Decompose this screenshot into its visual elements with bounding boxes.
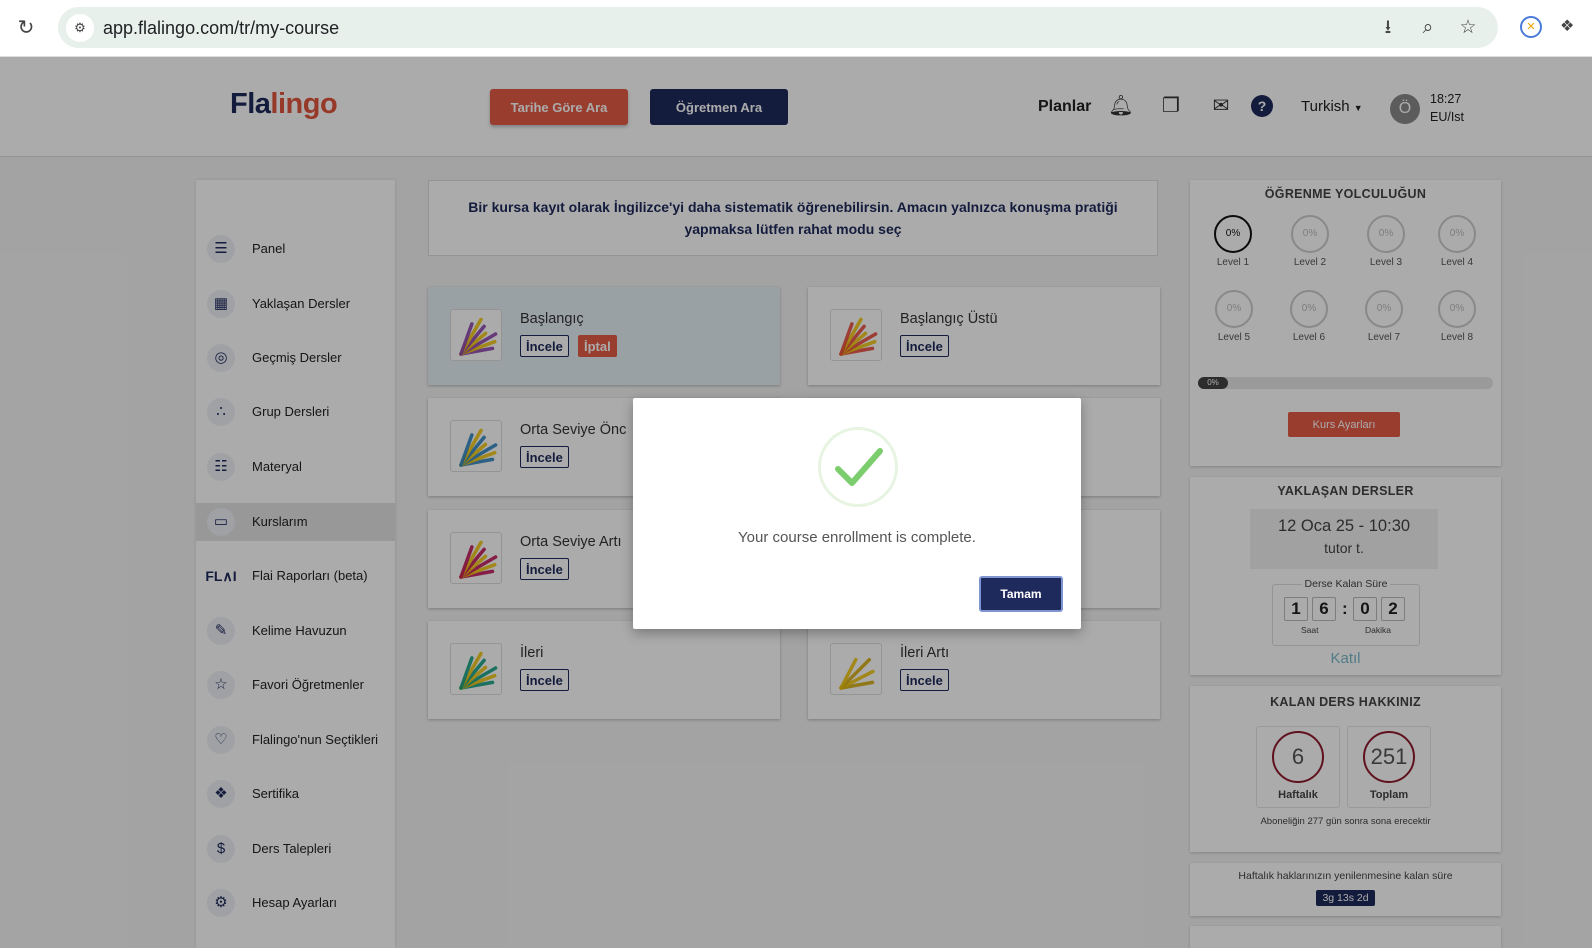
url-text[interactable]: app.flalingo.com/tr/my-course (103, 18, 339, 39)
bookmark-star-icon[interactable]: ☆ (1456, 16, 1480, 40)
address-bar[interactable]: ⚙ app.flalingo.com/tr/my-course ⭳ ⌕ ☆ (58, 7, 1498, 48)
dialog-message: Your course enrollment is complete. (738, 529, 976, 546)
zoom-icon[interactable]: ⌕ (1416, 16, 1440, 40)
ok-button[interactable]: Tamam (979, 576, 1063, 612)
browser-toolbar: ↻ ⚙ app.flalingo.com/tr/my-course ⭳ ⌕ ☆ … (0, 0, 1592, 57)
site-info-icon[interactable]: ⚙ (66, 14, 94, 42)
extensions-puzzle-icon[interactable]: ❖ (1560, 16, 1574, 36)
reload-icon[interactable]: ↻ (14, 16, 38, 40)
success-check-icon (818, 427, 898, 507)
enrollment-success-dialog: Your course enrollment is complete. Tama… (633, 398, 1081, 629)
extension-icon[interactable]: ✕ (1520, 16, 1542, 38)
install-app-icon[interactable]: ⭳ (1376, 16, 1400, 40)
